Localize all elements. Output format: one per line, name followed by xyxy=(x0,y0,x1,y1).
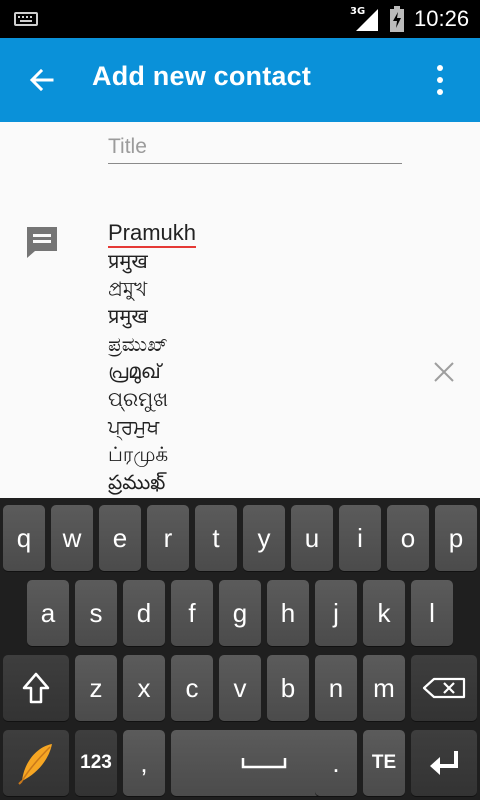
period-key[interactable]: . xyxy=(315,730,357,796)
back-arrow-icon[interactable] xyxy=(26,64,58,96)
suggestion-item[interactable]: ప్రముఖ్ xyxy=(108,469,168,497)
clear-icon[interactable] xyxy=(432,360,456,384)
key-r[interactable]: r xyxy=(147,505,189,571)
page-title: Add new contact xyxy=(92,61,312,91)
pramukh-logo-icon xyxy=(18,744,52,785)
key-w[interactable]: w xyxy=(51,505,93,571)
backspace-key[interactable] xyxy=(411,655,477,721)
key-p[interactable]: p xyxy=(435,505,477,571)
notes-input[interactable]: Pramukh xyxy=(108,220,197,248)
title-field[interactable] xyxy=(108,130,402,164)
key-g[interactable]: g xyxy=(219,580,261,646)
key-s[interactable]: s xyxy=(75,580,117,646)
keyboard-icon xyxy=(14,12,38,26)
backspace-icon xyxy=(422,677,466,699)
soft-keyboard: q w e r t y u i o p a s d f g h j k l z … xyxy=(0,498,480,800)
transliteration-suggestions: प्रमुख প্ৰমুখ प्रमुख ಪ್ರಮುಖ್ പ്രമുഖ് ପ୍ର… xyxy=(108,248,168,496)
shift-key[interactable] xyxy=(3,655,69,721)
key-h[interactable]: h xyxy=(267,580,309,646)
status-bar: 3G 10:26 xyxy=(0,0,480,38)
key-o[interactable]: o xyxy=(387,505,429,571)
key-c[interactable]: c xyxy=(171,655,213,721)
key-v[interactable]: v xyxy=(219,655,261,721)
suggestion-item[interactable]: प्रमुख xyxy=(108,303,168,331)
notes-icon xyxy=(27,227,57,258)
key-i[interactable]: i xyxy=(339,505,381,571)
suggestion-item[interactable]: প্ৰমুখ xyxy=(108,276,168,304)
battery-charging-icon xyxy=(390,6,404,32)
numbers-key[interactable]: 123 xyxy=(75,730,117,796)
suggestion-item[interactable]: പ്രമുഖ് xyxy=(108,358,168,386)
shift-icon xyxy=(22,672,50,704)
key-j[interactable]: j xyxy=(315,580,357,646)
suggestion-item[interactable]: ப்ரமுக் xyxy=(108,441,168,469)
suggestion-item[interactable]: प्रमुख xyxy=(108,248,168,276)
key-e[interactable]: e xyxy=(99,505,141,571)
signal-icon xyxy=(356,9,378,31)
pramukh-key[interactable] xyxy=(3,730,69,796)
key-k[interactable]: k xyxy=(363,580,405,646)
spacebar-icon xyxy=(241,758,287,769)
contact-form: Pramukh प्रमुख প্ৰমুখ प्रमुख ಪ್ರಮುಖ್ പ്ര… xyxy=(0,122,480,498)
key-q[interactable]: q xyxy=(3,505,45,571)
enter-key[interactable] xyxy=(411,730,477,796)
language-key[interactable]: TE xyxy=(363,730,405,796)
key-t[interactable]: t xyxy=(195,505,237,571)
key-l[interactable]: l xyxy=(411,580,453,646)
suggestion-item[interactable]: ಪ್ರಮುಖ್ xyxy=(108,331,168,359)
key-y[interactable]: y xyxy=(243,505,285,571)
overflow-menu-icon[interactable] xyxy=(428,62,452,98)
key-z[interactable]: z xyxy=(75,655,117,721)
key-n[interactable]: n xyxy=(315,655,357,721)
comma-key[interactable]: , xyxy=(123,730,165,796)
key-d[interactable]: d xyxy=(123,580,165,646)
key-x[interactable]: x xyxy=(123,655,165,721)
app-toolbar: Add new contact xyxy=(0,38,480,122)
suggestion-item[interactable]: ਪ੍ਰਮੁਖ xyxy=(108,414,168,442)
key-u[interactable]: u xyxy=(291,505,333,571)
composing-word: Pramukh xyxy=(108,220,197,248)
key-f[interactable]: f xyxy=(171,580,213,646)
enter-icon xyxy=(430,751,458,775)
clock: 10:26 xyxy=(414,6,470,31)
suggestion-item[interactable]: ପ୍ରମୁଖ xyxy=(108,386,168,414)
key-a[interactable]: a xyxy=(27,580,69,646)
key-m[interactable]: m xyxy=(363,655,405,721)
key-b[interactable]: b xyxy=(267,655,309,721)
